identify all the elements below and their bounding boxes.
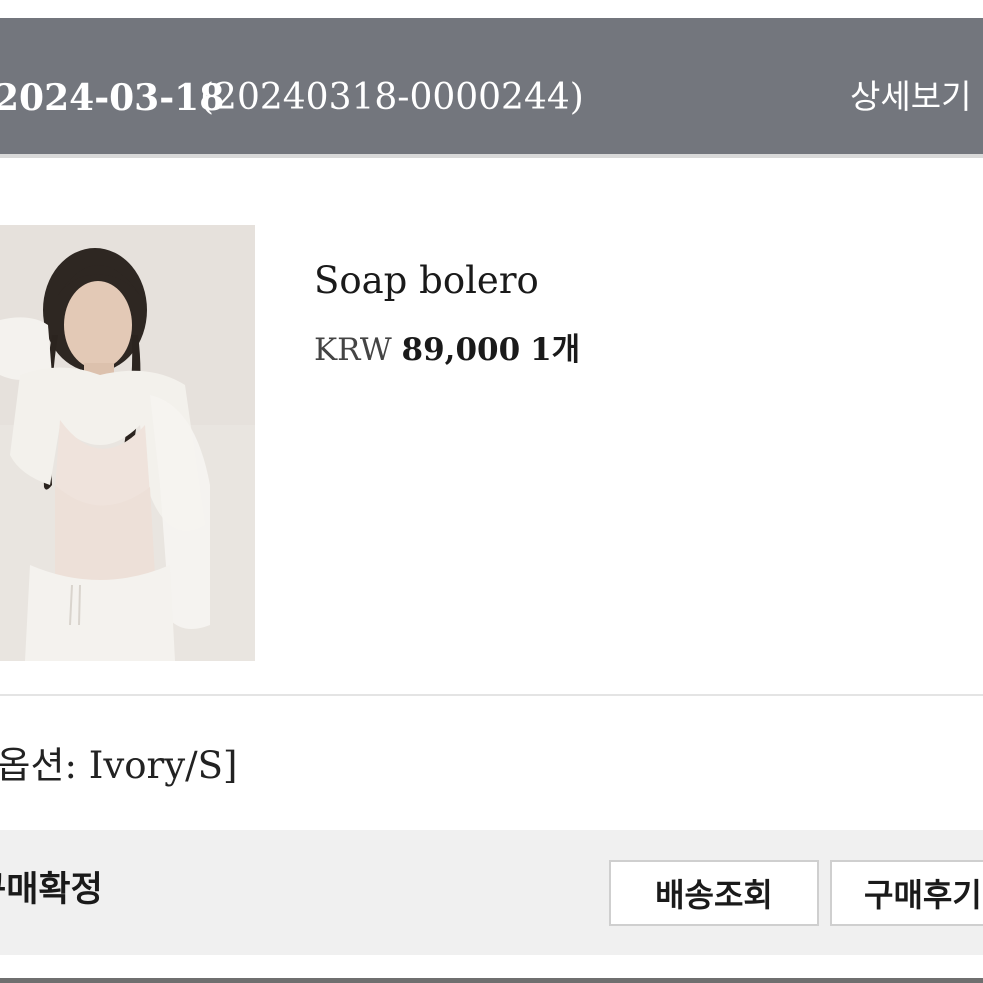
price-amount: 89,000 (401, 332, 521, 368)
order-date: 2024-03-18 (0, 77, 225, 119)
product-thumbnail[interactable] (0, 225, 255, 661)
product-option: [옵션: Ivory/S] (0, 744, 238, 787)
order-detail-link[interactable]: 상세보기 (850, 80, 971, 113)
bottom-border (0, 978, 983, 983)
product-photo-illustration (0, 225, 255, 661)
write-review-button[interactable]: 구매후기 (830, 860, 983, 926)
track-delivery-button[interactable]: 배송조회 (609, 860, 819, 926)
price-currency: KRW (314, 332, 392, 368)
order-number: (20240318-0000244) (200, 77, 584, 118)
top-strip (0, 0, 983, 18)
order-header: 2024-03-18 (20240318-0000244) 상세보기 (0, 18, 983, 154)
product-quantity: 1개 (530, 332, 581, 368)
product-name[interactable]: Soap bolero (314, 262, 539, 299)
order-status-text: 구매확정 (0, 869, 103, 910)
option-divider (0, 694, 983, 696)
product-price-line: KRW 89,000 1개 (314, 335, 580, 366)
